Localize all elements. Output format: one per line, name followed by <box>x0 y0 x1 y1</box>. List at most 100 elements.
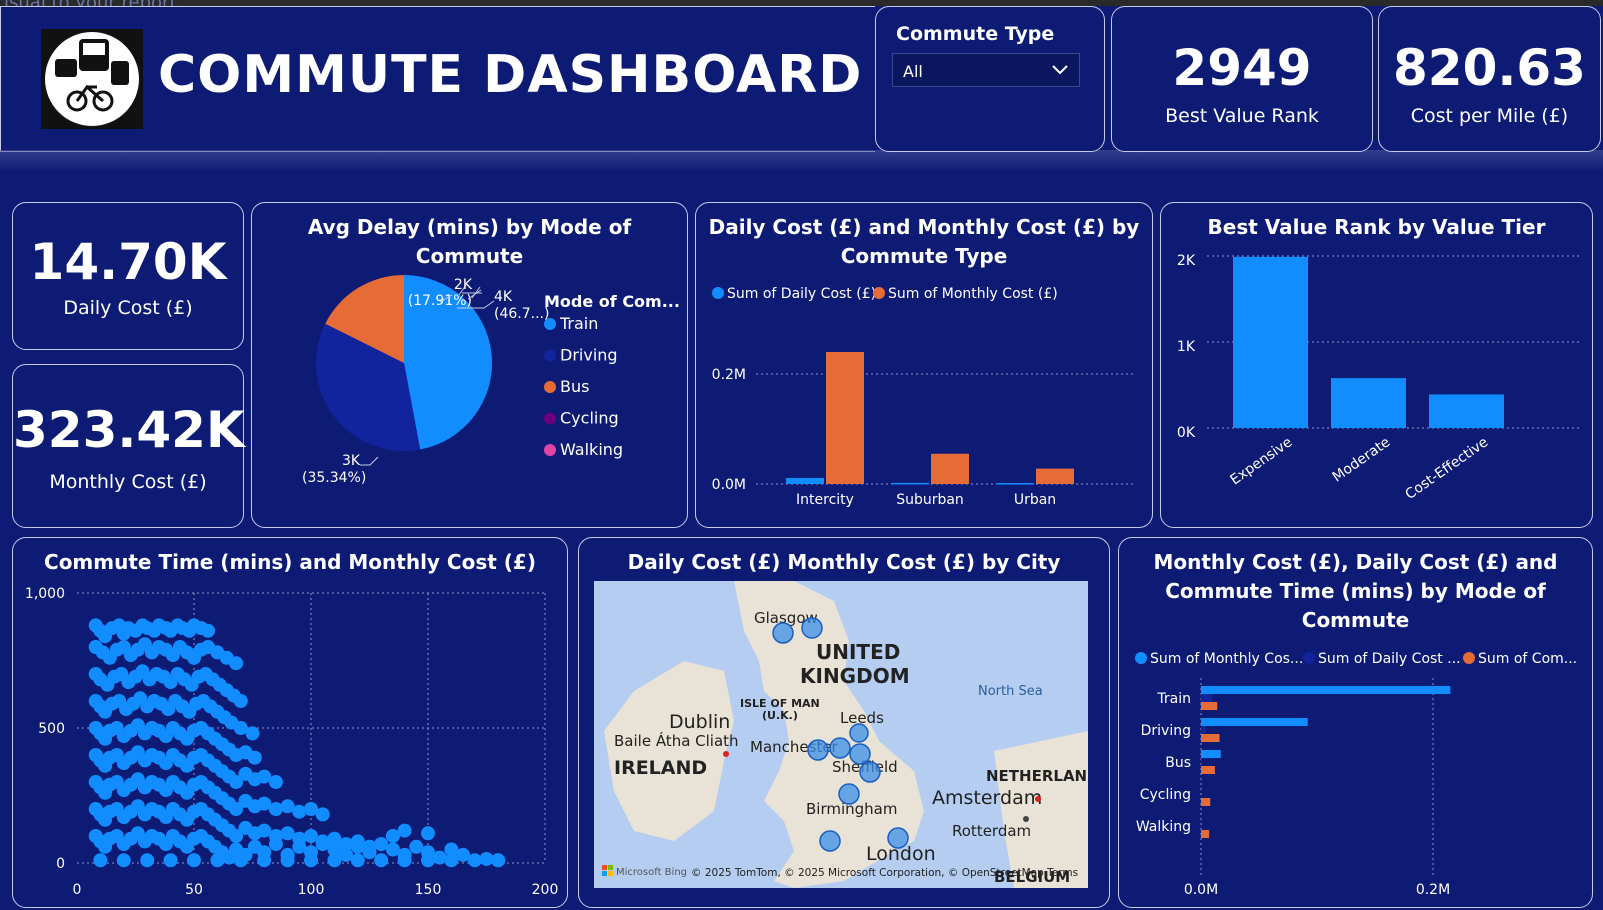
map-label-rotterdam: Rotterdam <box>952 822 1031 840</box>
ytick-train: Train <box>1156 691 1191 707</box>
map-bubble-bristol[interactable] <box>819 830 841 852</box>
xtick-0: 0.0M <box>1184 882 1218 898</box>
bar-driving-series-1[interactable] <box>1201 726 1206 734</box>
scatter-point[interactable] <box>456 847 471 862</box>
scatter-point[interactable] <box>315 807 330 822</box>
map-label-isle-of-man-2: (U.K.) <box>762 709 798 722</box>
pie-legend-label-driving[interactable]: Driving <box>560 346 618 365</box>
scatter-point[interactable] <box>163 853 178 868</box>
map-bubble-london[interactable] <box>887 827 909 849</box>
header-shadow <box>0 150 1603 172</box>
pie-label-driving-pct: (35.34%) <box>302 470 366 486</box>
slicer-title: Commute Type <box>896 23 1055 45</box>
bar-driving-series-2[interactable] <box>1201 734 1220 742</box>
scatter-point[interactable] <box>233 694 248 708</box>
legend-monthly-dot <box>873 287 885 299</box>
scatter-point[interactable] <box>327 853 342 868</box>
bar-train-series-2[interactable] <box>1201 702 1218 710</box>
bar-bus-series-1[interactable] <box>1201 758 1202 766</box>
scatter-point[interactable] <box>385 829 400 843</box>
cost-by-type-card: Daily Cost (£) and Monthly Cost (£) by C… <box>695 202 1153 528</box>
scatter-point[interactable] <box>268 802 283 816</box>
scatter-point[interactable] <box>201 623 216 638</box>
scatter-point[interactable] <box>268 837 283 852</box>
bar-suburban-daily[interactable] <box>891 482 929 485</box>
map-bubble-sheffield-west[interactable] <box>829 737 851 759</box>
bar-urban-daily[interactable] <box>996 483 1034 485</box>
map-bubble-leeds[interactable] <box>849 723 869 743</box>
city-map[interactable]: Glasgow UNITED KINGDOM North Sea ISLE OF… <box>594 581 1088 888</box>
scatter-point[interactable] <box>233 853 248 868</box>
scatter-point[interactable] <box>362 845 377 860</box>
scatter-point[interactable] <box>116 853 131 868</box>
bar-walking-series-2[interactable] <box>1201 830 1210 838</box>
bar-train-series-0[interactable] <box>1201 686 1451 694</box>
scatter-point[interactable] <box>292 804 307 819</box>
map-bubble-nottingham[interactable] <box>859 761 881 783</box>
ytick-1: 1K <box>1177 339 1196 355</box>
map-bubble-glasgow[interactable] <box>772 622 794 644</box>
kpi-value: 820.63 <box>1393 39 1586 97</box>
map-bubble-birmingham[interactable] <box>838 783 860 805</box>
scatter-point[interactable] <box>93 853 108 868</box>
bar-intercity-monthly[interactable] <box>826 352 864 484</box>
scatter-point[interactable] <box>257 853 272 868</box>
scatter-point[interactable] <box>491 853 506 868</box>
dashboard-title: COMMUTE DASHBOARD <box>158 45 863 105</box>
scatter-point[interactable] <box>280 853 295 868</box>
bar-suburban-monthly[interactable] <box>931 453 969 484</box>
map-bubble-edinburgh[interactable] <box>801 617 823 639</box>
map-canvas: Glasgow UNITED KINGDOM North Sea ISLE OF… <box>594 581 1088 888</box>
cost-by-type-chart: Sum of Daily Cost (£) Sum of Monthly Cos… <box>712 286 1136 508</box>
city-map-card: Daily Cost (£) Monthly Cost (£) by City … <box>578 537 1110 908</box>
legend-monthly-label: Sum of Monthly Cos... <box>1150 651 1303 667</box>
pie-legend-dot-bus <box>544 381 556 393</box>
commute-logo <box>41 29 143 129</box>
map-marker-dublin <box>723 751 729 757</box>
ytick-1: 500 <box>38 721 65 737</box>
pie-legend-dot-train <box>544 318 556 330</box>
bar-bus-series-2[interactable] <box>1201 766 1215 774</box>
bar-intercity-daily[interactable] <box>786 477 824 484</box>
pie-legend-label-cycling[interactable]: Cycling <box>560 409 619 428</box>
bar-urban-monthly[interactable] <box>1036 468 1074 484</box>
bar-driving-series-0[interactable] <box>1201 718 1308 726</box>
bar-cost-effective[interactable] <box>1429 394 1504 428</box>
map-bubble-sheffield[interactable] <box>849 743 871 765</box>
xtick-cost-effective: Cost-Effective <box>1402 434 1491 503</box>
scatter-point[interactable] <box>229 656 244 671</box>
scatter-point[interactable] <box>374 853 389 868</box>
scatter-point[interactable] <box>421 826 435 841</box>
pie-legend-dot-cycling <box>544 412 556 425</box>
scatter-point[interactable] <box>210 853 225 868</box>
kpi-value: 323.42K <box>13 401 245 459</box>
scatter-point[interactable] <box>304 853 318 868</box>
scatter-point[interactable] <box>247 750 262 765</box>
bar-cycling-series-2[interactable] <box>1201 798 1211 806</box>
map-copyright[interactable]: © 2025 TomTom, © 2025 Microsoft Corporat… <box>691 867 1078 879</box>
scatter-point[interactable] <box>187 853 201 868</box>
scatter-point[interactable] <box>245 726 260 741</box>
commute-type-dropdown[interactable]: All <box>892 53 1080 87</box>
ytick-2: 1,000 <box>25 586 65 602</box>
legend-daily-label: Sum of Daily Cost ... <box>1318 651 1461 667</box>
scatter-point[interactable] <box>140 853 155 868</box>
bar-train-series-1[interactable] <box>1201 694 1213 702</box>
scatter-point[interactable] <box>268 775 283 789</box>
scatter-point[interactable] <box>350 853 365 868</box>
bar-expensive[interactable] <box>1233 256 1308 428</box>
bar-bus-series-0[interactable] <box>1201 750 1221 758</box>
pie-legend-label-train[interactable]: Train <box>559 314 598 333</box>
legend-monthly-dot <box>1135 652 1147 664</box>
scatter-point[interactable] <box>432 850 447 865</box>
pie-legend-label-bus[interactable]: Bus <box>560 377 589 396</box>
scatter-point[interactable] <box>397 853 412 868</box>
commute-type-slicer: Commute Type All <box>875 6 1105 152</box>
bar-moderate[interactable] <box>1331 378 1406 428</box>
kpi-label: Daily Cost (£) <box>63 297 193 319</box>
scatter-point[interactable] <box>421 853 435 868</box>
pie-legend-label-walking[interactable]: Walking <box>560 440 623 459</box>
map-bubble-manchester[interactable] <box>807 739 829 761</box>
kpi-monthly-cost: 323.42K Monthly Cost (£) <box>12 364 245 528</box>
xtick-expensive: Expensive <box>1227 434 1295 488</box>
